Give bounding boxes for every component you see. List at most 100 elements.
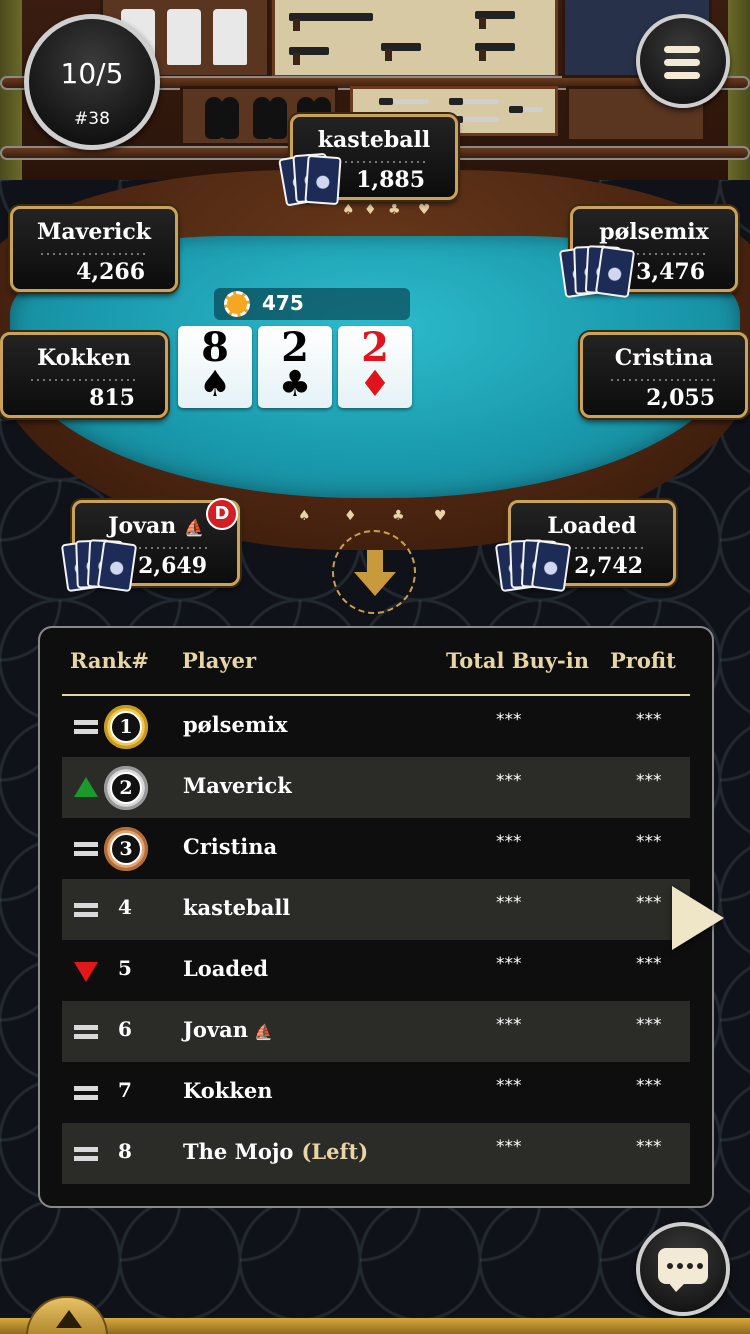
- hole-cards-loaded: [494, 539, 578, 600]
- rank-number: 8: [118, 1139, 132, 1163]
- expand-actions-button[interactable]: [26, 1296, 108, 1334]
- rank-number: 6: [118, 1017, 132, 1041]
- seat-player-name: Kokken: [37, 345, 131, 371]
- community-card-2: 2 ♣: [258, 326, 332, 408]
- table-row[interactable]: 3 Cristina *** ***: [62, 818, 690, 879]
- player-name: Kokken: [183, 1078, 273, 1103]
- pot-amount: 475: [262, 291, 304, 315]
- player-name: Loaded: [183, 956, 269, 981]
- rail-club-icon: ♣: [388, 202, 401, 218]
- seat-player-name: kasteball: [317, 127, 431, 153]
- hole-cards-jovan: [60, 539, 144, 600]
- profit: ***: [636, 1076, 662, 1096]
- menu-button[interactable]: [636, 14, 730, 108]
- bottom-action-bar: [0, 1318, 750, 1334]
- rank-up-icon: [74, 777, 98, 797]
- club-icon: ♣: [278, 364, 312, 405]
- seat-divider: [39, 253, 149, 255]
- rail-heart-icon: ♥: [418, 202, 431, 218]
- player-name: The Mojo (Left): [183, 1139, 368, 1164]
- rank-unchanged-icon: [74, 1021, 98, 1043]
- total-buyin: ***: [496, 893, 522, 913]
- chat-button[interactable]: [636, 1222, 730, 1316]
- community-card-1: 8 ♠: [178, 326, 252, 408]
- rank-number: 2: [110, 772, 142, 804]
- header-rank: Rank#: [70, 648, 149, 673]
- profit: ***: [636, 893, 662, 913]
- rank-unchanged-icon: [74, 1143, 98, 1165]
- seat-chip-count: 815: [89, 385, 135, 411]
- seat-kokken[interactable]: Kokken 815: [0, 332, 168, 418]
- total-buyin: ***: [496, 954, 522, 974]
- header-profit: Profit: [610, 648, 676, 673]
- rank-number: 5: [118, 956, 132, 980]
- round-info-badge: 10/5 #38: [24, 14, 160, 150]
- player-name: pølsemix: [183, 712, 288, 737]
- table-number: #38: [74, 109, 110, 129]
- spade-icon: ♠: [198, 364, 232, 405]
- rail-heart-icon: ♥: [434, 508, 447, 524]
- rail-club-icon: ♣: [392, 508, 405, 524]
- profit: ***: [636, 1137, 662, 1157]
- table-row[interactable]: 7 Kokken *** ***: [62, 1062, 690, 1123]
- collapse-leaderboard-button[interactable]: [332, 530, 416, 614]
- total-buyin: ***: [496, 1076, 522, 1096]
- total-buyin: ***: [496, 832, 522, 852]
- gold-medal-icon: 1: [104, 705, 148, 749]
- profit: ***: [636, 771, 662, 791]
- left-tag: (Left): [301, 1139, 369, 1164]
- table-row[interactable]: 6 Jovan ⛵ *** ***: [62, 1001, 690, 1062]
- header-total-buyin: Total Buy-in: [446, 648, 590, 673]
- seat-chip-count: 2,742: [574, 553, 643, 579]
- seat-player-name: pølsemix: [599, 219, 709, 245]
- rank-number: 7: [118, 1078, 132, 1102]
- seat-maverick[interactable]: Maverick 4,266: [10, 206, 178, 292]
- bronze-medal-icon: 3: [104, 827, 148, 871]
- profit: ***: [636, 954, 662, 974]
- next-arrow-icon[interactable]: [672, 886, 724, 950]
- player-name: Maverick: [183, 773, 292, 798]
- total-buyin: ***: [496, 1137, 522, 1157]
- chat-bubble-icon: [658, 1248, 708, 1292]
- table-row[interactable]: 4 kasteball *** ***: [62, 879, 690, 940]
- weapon-rack: [272, 0, 558, 78]
- table-row[interactable]: 5 Loaded *** ***: [62, 940, 690, 1001]
- seat-player-name: Maverick: [37, 219, 151, 245]
- table-row[interactable]: 8 The Mojo (Left) *** ***: [62, 1123, 690, 1184]
- player-name-text: Jovan: [183, 1017, 249, 1042]
- table-row[interactable]: 1 pølsemix *** ***: [62, 696, 690, 757]
- dealer-button: D: [206, 498, 238, 530]
- seat-player-name: Cristina: [614, 345, 714, 371]
- seat-divider: [609, 379, 719, 381]
- rail-diamond-icon: ♦: [364, 202, 377, 218]
- rank-number: 4: [118, 895, 132, 919]
- seat-chip-count: 1,885: [356, 167, 425, 193]
- profit: ***: [636, 832, 662, 852]
- hand-count: 10/5: [60, 57, 124, 90]
- player-name-text: The Mojo: [183, 1139, 294, 1164]
- up-arrow-icon: [56, 1310, 82, 1328]
- player-name: kasteball: [183, 895, 291, 920]
- player-name: Jovan ⛵: [183, 1017, 273, 1042]
- seat-cristina[interactable]: Cristina 2,055: [580, 332, 748, 418]
- pot-display: 475: [214, 288, 410, 320]
- diamond-icon: ♦: [358, 364, 392, 405]
- profit: ***: [636, 1015, 662, 1035]
- rank-unchanged-icon: [74, 838, 98, 860]
- hole-cards-kasteball: [278, 152, 362, 214]
- rank-down-icon: [74, 962, 98, 982]
- total-buyin: ***: [496, 710, 522, 730]
- rank-unchanged-icon: [74, 716, 98, 738]
- boat-icon: ⛵: [254, 1023, 273, 1041]
- seat-player-name-text: Jovan: [108, 513, 177, 539]
- header-player: Player: [182, 648, 257, 673]
- rail-spade-icon: ♠: [298, 508, 311, 524]
- table-row[interactable]: 2 Maverick *** ***: [62, 757, 690, 818]
- rank-unchanged-icon: [74, 1082, 98, 1104]
- total-buyin: ***: [496, 1015, 522, 1035]
- profit: ***: [636, 710, 662, 730]
- seat-chip-count: 2,055: [646, 385, 715, 411]
- chip-icon: [224, 291, 250, 317]
- rank-number: 1: [110, 711, 142, 743]
- rail-diamond-icon: ♦: [344, 508, 357, 524]
